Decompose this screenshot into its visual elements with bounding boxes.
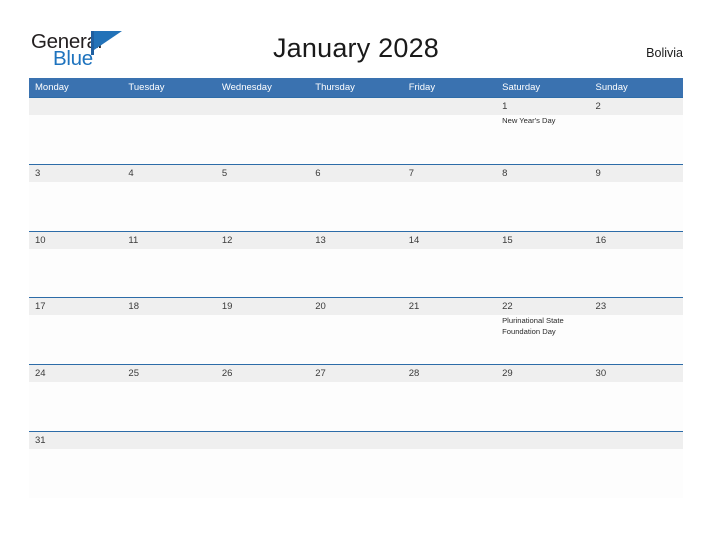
calendar-day-cell[interactable]: 8 — [496, 165, 589, 232]
day-number: 9 — [595, 167, 601, 179]
weekday-header-monday: Monday — [35, 82, 69, 93]
calendar-day-cell[interactable]: 20 — [309, 298, 402, 365]
weekday-header-saturday: Saturday — [502, 82, 541, 93]
calendar-day-cell[interactable]: 23 — [590, 298, 683, 365]
day-number: 3 — [35, 167, 41, 179]
calendar-day-cell[interactable] — [403, 98, 496, 165]
calendar-day-cell[interactable]: 27 — [309, 365, 402, 432]
day-number: 26 — [221, 368, 233, 380]
calendar-day-cell[interactable] — [309, 432, 402, 499]
calendar-day-cell[interactable]: 7 — [403, 165, 496, 232]
calendar-day-cell[interactable] — [496, 432, 589, 499]
calendar-day-cell[interactable]: 24 — [29, 365, 122, 432]
page-header: General Blue January 2028 Bolivia — [0, 0, 712, 74]
day-number: 30 — [595, 368, 607, 380]
calendar-day-cell[interactable]: 13 — [309, 232, 402, 299]
day-number: 22 — [502, 301, 513, 313]
calendar-day-cell[interactable]: 4 — [122, 165, 215, 232]
calendar-day-cell[interactable]: 19 — [216, 298, 309, 365]
day-number: 23 — [595, 301, 607, 313]
day-event-label: New Year's Day — [502, 116, 556, 125]
day-number: 12 — [221, 234, 233, 246]
day-number: 17 — [35, 301, 46, 313]
calendar-week-row: 31 — [29, 430, 683, 499]
calendar-day-cell[interactable]: 22 Plurinational State Foundation Day — [496, 298, 589, 365]
calendar-day-cell[interactable]: 26 — [216, 365, 309, 432]
day-number: 16 — [595, 234, 607, 246]
weekday-header-wednesday: Wednesday — [221, 82, 272, 93]
calendar-day-cell[interactable]: 1 New Year's Day — [496, 98, 589, 165]
calendar-day-cell[interactable]: 28 — [403, 365, 496, 432]
calendar-day-cell[interactable]: 3 — [29, 165, 122, 232]
day-number: 28 — [408, 368, 420, 380]
day-number: 21 — [408, 301, 420, 313]
calendar-day-cell[interactable]: 30 — [590, 365, 683, 432]
day-number: 2 — [595, 101, 601, 112]
calendar-week-row: 10 11 12 13 14 15 16 — [29, 230, 683, 299]
weekday-header-row: Monday Tuesday Wednesday Thursday Friday… — [29, 78, 683, 97]
day-number: 19 — [221, 301, 233, 313]
day-event-label: Plurinational State Foundation Day — [502, 316, 564, 336]
calendar-page: General Blue January 2028 Bolivia Monday… — [0, 0, 712, 550]
calendar-day-cell[interactable] — [216, 98, 309, 165]
day-number: 4 — [128, 167, 134, 179]
calendar-day-cell[interactable]: 17 — [29, 298, 122, 365]
calendar-day-cell[interactable]: 18 — [122, 298, 215, 365]
weekday-header-friday: Friday — [408, 82, 436, 93]
day-number: 1 — [502, 101, 508, 112]
calendar-week-row: 3 4 5 6 7 8 9 — [29, 163, 683, 232]
day-number: 18 — [128, 301, 139, 313]
country-label: Bolivia — [646, 46, 683, 60]
calendar-grid: Monday Tuesday Wednesday Thursday Friday… — [29, 78, 683, 498]
day-number: 13 — [315, 234, 326, 246]
day-number: 5 — [221, 167, 228, 179]
calendar-day-cell[interactable]: 29 — [496, 365, 589, 432]
calendar-day-cell[interactable]: 15 — [496, 232, 589, 299]
day-number: 31 — [35, 434, 46, 446]
day-number: 15 — [502, 234, 513, 246]
calendar-day-cell[interactable]: 14 — [403, 232, 496, 299]
weekday-header-thursday: Thursday — [315, 82, 355, 93]
day-number: 10 — [35, 234, 46, 246]
weekday-header-sunday: Sunday — [595, 82, 628, 93]
calendar-day-cell[interactable] — [403, 432, 496, 499]
day-number: 24 — [35, 368, 46, 380]
day-number: 7 — [408, 167, 414, 179]
calendar-day-cell[interactable] — [122, 98, 215, 165]
calendar-day-cell[interactable] — [122, 432, 215, 499]
day-number: 25 — [128, 368, 139, 380]
calendar-day-cell[interactable]: 2 — [590, 98, 683, 165]
page-title: January 2028 — [272, 33, 440, 63]
calendar-day-cell[interactable]: 16 — [590, 232, 683, 299]
calendar-day-cell[interactable] — [29, 98, 122, 165]
calendar-week-row: 1 New Year's Day 2 — [29, 97, 683, 164]
calendar-week-row: 17 18 19 20 21 22 Plurinational State Fo… — [29, 297, 683, 365]
day-number: 8 — [502, 167, 508, 179]
calendar-day-cell[interactable]: 12 — [216, 232, 309, 299]
calendar-day-cell[interactable]: 31 — [29, 432, 122, 499]
calendar-day-cell[interactable] — [309, 98, 402, 165]
day-number: 6 — [315, 167, 321, 179]
day-number: 14 — [408, 234, 420, 246]
calendar-day-cell[interactable] — [590, 432, 683, 499]
calendar-day-cell[interactable]: 25 — [122, 365, 215, 432]
calendar-day-cell[interactable]: 21 — [403, 298, 496, 365]
calendar-day-cell[interactable]: 9 — [590, 165, 683, 232]
calendar-day-cell[interactable]: 11 — [122, 232, 215, 299]
calendar-day-cell[interactable] — [216, 432, 309, 499]
day-number: 29 — [502, 368, 513, 380]
calendar-day-cell[interactable]: 10 — [29, 232, 122, 299]
calendar-day-cell[interactable]: 6 — [309, 165, 402, 232]
calendar-week-row: 24 25 26 27 28 29 30 — [29, 364, 683, 431]
day-number: 27 — [315, 368, 326, 380]
day-number: 20 — [315, 301, 326, 313]
day-number: 11 — [128, 234, 139, 246]
calendar-day-cell[interactable]: 5 — [216, 165, 309, 232]
weekday-header-tuesday: Tuesday — [128, 82, 165, 93]
